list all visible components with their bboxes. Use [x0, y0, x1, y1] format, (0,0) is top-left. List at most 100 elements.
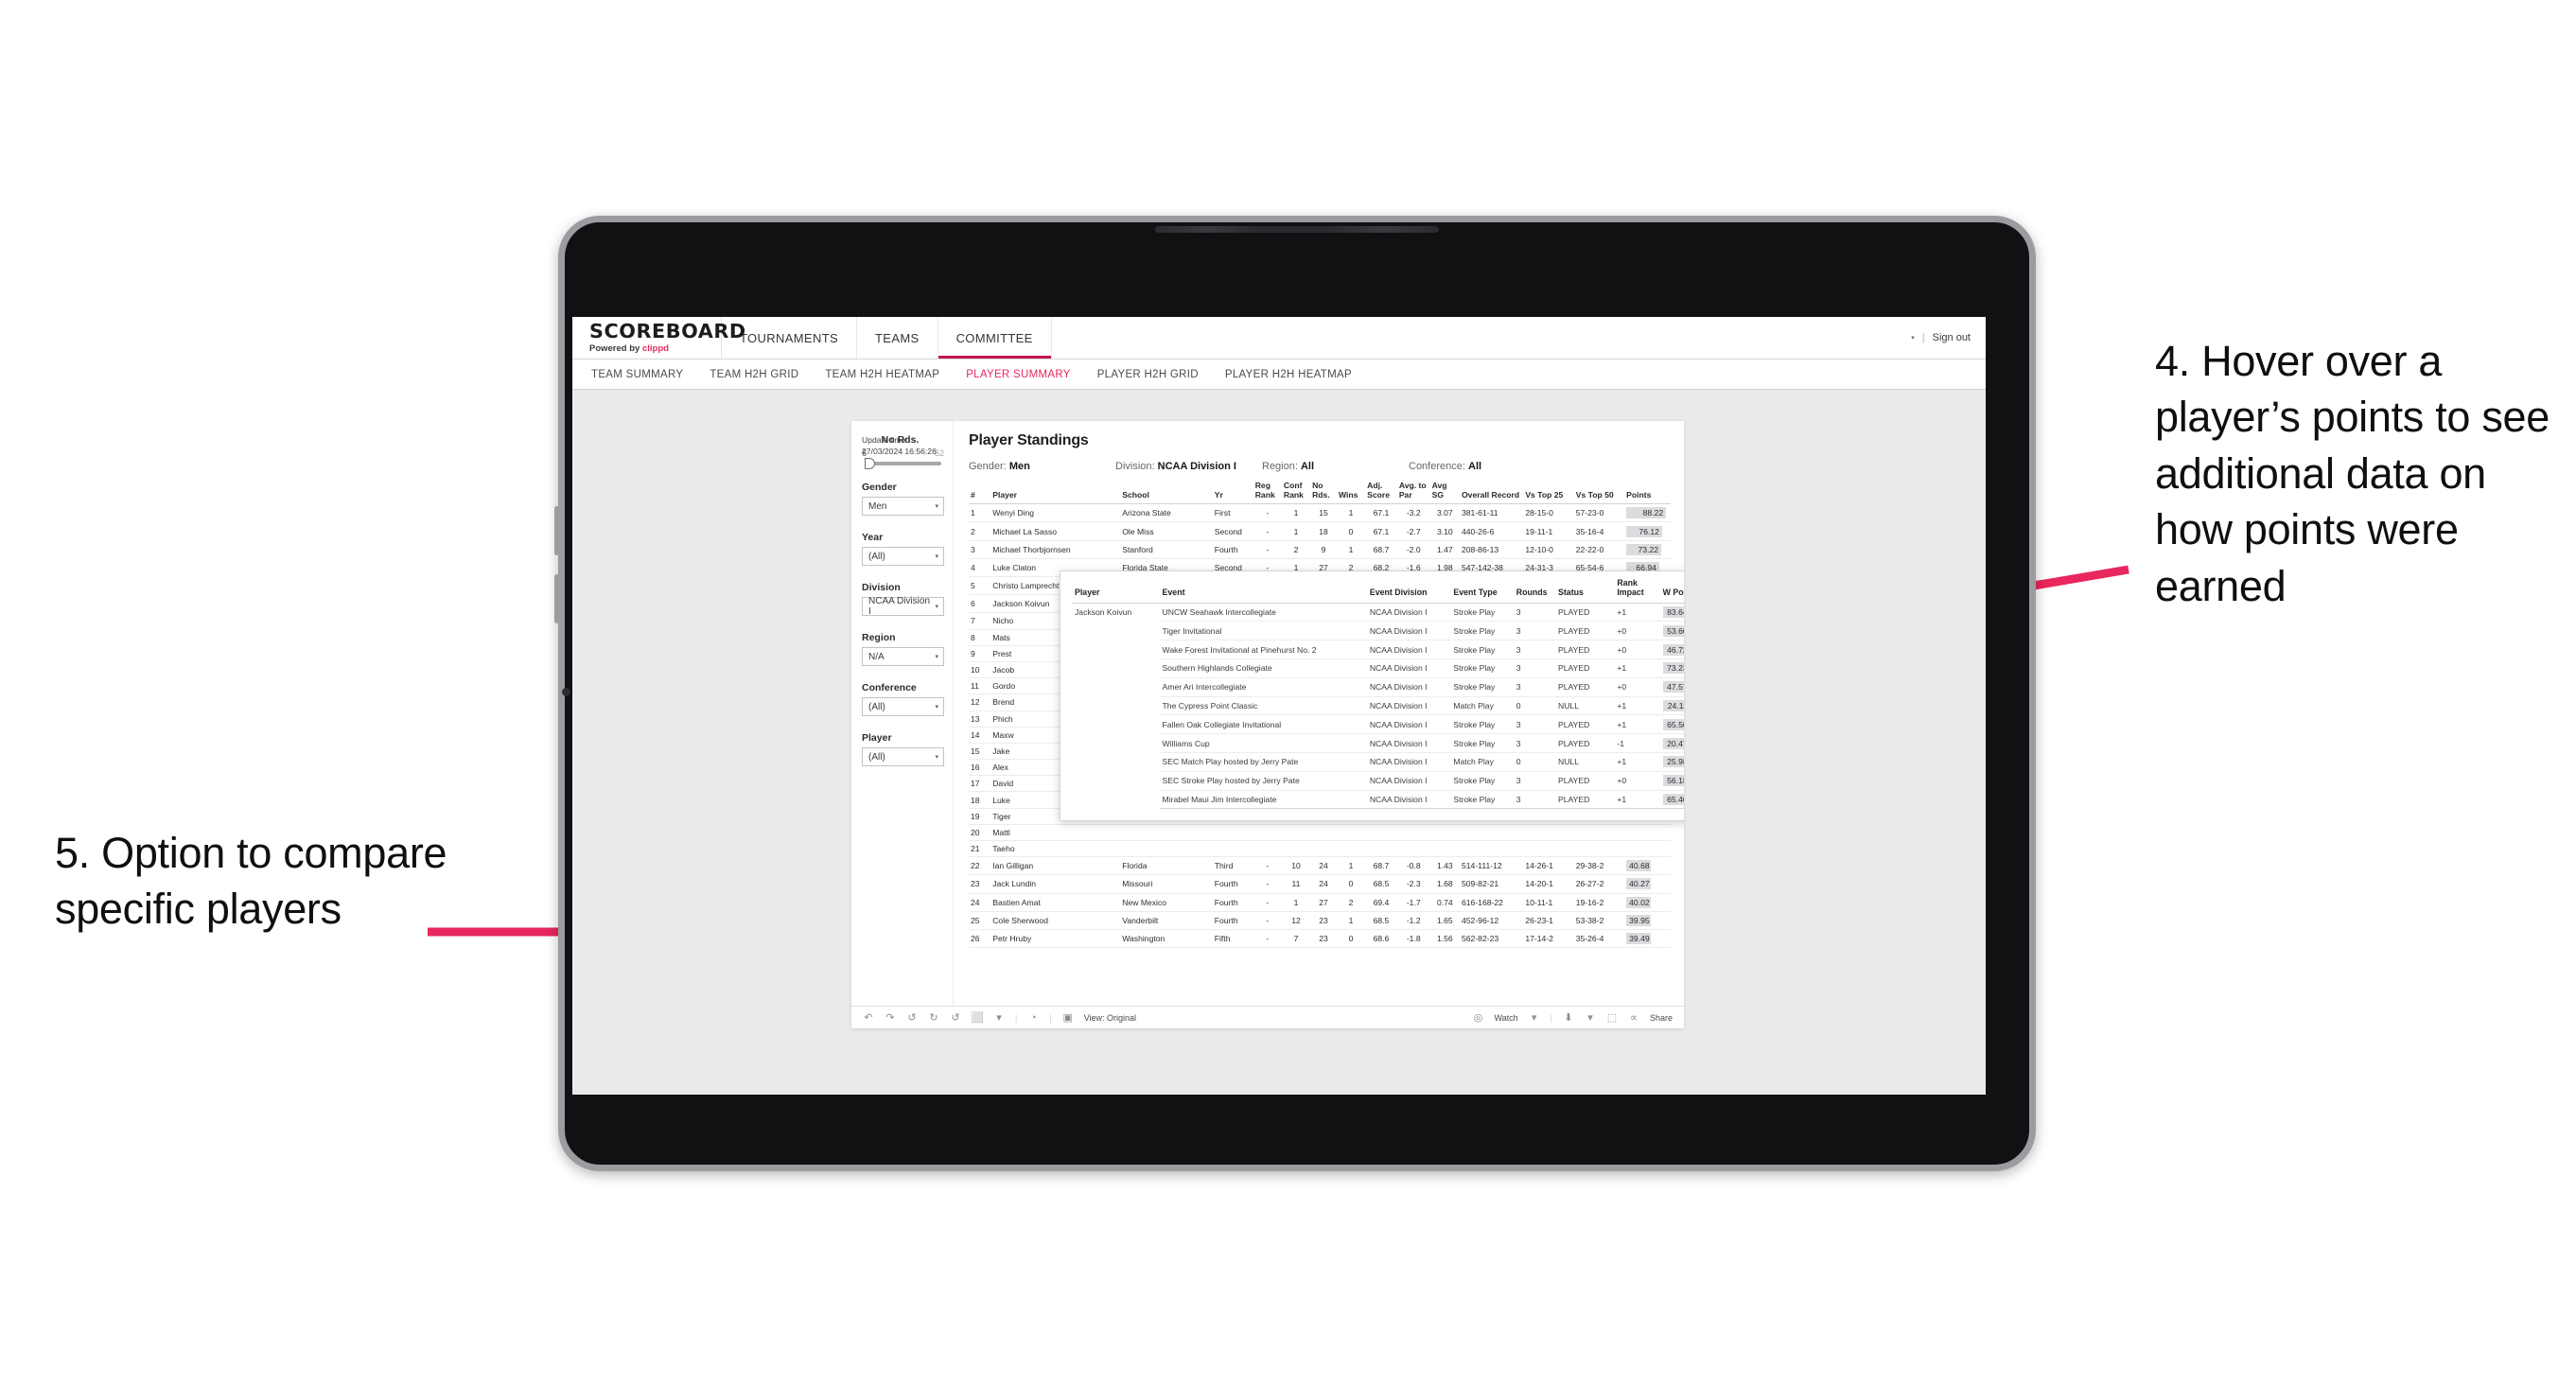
filter-year-select[interactable]: (All) ▾	[862, 547, 944, 566]
cell-points[interactable]: 40.68	[1624, 856, 1671, 876]
view-original-label[interactable]: View: Original	[1084, 1013, 1136, 1023]
cell-points[interactable]: 39.95	[1624, 911, 1671, 930]
col-wins[interactable]: Wins	[1336, 482, 1366, 505]
cell-conf-rank: 11	[1281, 874, 1311, 894]
points-value[interactable]: 40.02	[1626, 896, 1652, 908]
watch-icon[interactable]: ◎	[1472, 1012, 1483, 1024]
col-adj-score[interactable]: Adj. Score	[1365, 481, 1397, 505]
col-yr[interactable]: Yr	[1212, 482, 1253, 505]
sign-out-link[interactable]: Sign out	[1933, 332, 1971, 343]
filter-player: Player (All) ▾	[862, 732, 944, 766]
col-vs-top-50[interactable]: Vs Top 50	[1573, 482, 1625, 505]
chevron-down-icon[interactable]: ▾	[1585, 1012, 1596, 1024]
undo-icon[interactable]: ↶	[863, 1012, 874, 1024]
col-no-rds[interactable]: No Rds.	[1310, 481, 1337, 505]
share-icon[interactable]: ∝	[1628, 1012, 1639, 1024]
tab-team-h2h-heatmap[interactable]: TEAM H2H HEATMAP	[825, 369, 939, 380]
tcol-status: Status	[1555, 579, 1615, 604]
filter-conference-select[interactable]: (All) ▾	[862, 697, 944, 716]
custom-view-icon[interactable]: ⬜	[971, 1012, 984, 1024]
download-icon[interactable]: ⬇	[1563, 1012, 1574, 1024]
cell-yr: Third	[1212, 856, 1253, 876]
table-row[interactable]: 24 Bastien Amat New Mexico Fourth -1 27 2 69.4-…	[969, 893, 1671, 912]
cell-rank: 7	[969, 612, 991, 630]
volume-up-button[interactable]	[554, 506, 559, 555]
share-label[interactable]: Share	[1650, 1013, 1673, 1023]
watch-label[interactable]: Watch	[1494, 1013, 1517, 1023]
revert-icon[interactable]: ↺	[906, 1012, 918, 1024]
filter-gender-select[interactable]: Men ▾	[862, 497, 944, 516]
tab-player-h2h-grid[interactable]: PLAYER H2H GRID	[1097, 369, 1199, 380]
cell-points[interactable]: 40.27	[1624, 874, 1671, 894]
points-value[interactable]: 76.12	[1626, 525, 1662, 537]
col-vs-top-25[interactable]: Vs Top 25	[1523, 482, 1574, 505]
chevron-down-icon[interactable]: ▾	[1529, 1012, 1540, 1024]
tab-player-summary[interactable]: PLAYER SUMMARY	[966, 369, 1071, 380]
points-value[interactable]: 40.27	[1626, 878, 1652, 890]
chevron-down-icon[interactable]: ▾	[1911, 334, 1915, 342]
cell-points[interactable]: 88.22	[1624, 503, 1671, 523]
points-value[interactable]: 73.22	[1626, 543, 1662, 555]
cell-conf-rank	[1281, 840, 1311, 858]
tab-player-h2h-heatmap[interactable]: PLAYER H2H HEATMAP	[1225, 369, 1352, 380]
cell-points[interactable]: 39.49	[1624, 929, 1671, 949]
share-time-icon[interactable]: ◔	[1027, 1012, 1039, 1024]
col-points[interactable]: Points	[1624, 482, 1671, 505]
cell-overall-record: 509-82-21	[1459, 874, 1524, 894]
tooltip-cell-rounds: 3	[1513, 658, 1555, 678]
points-value[interactable]: 39.49	[1626, 933, 1652, 945]
fullscreen-icon[interactable]: ⬚	[1606, 1012, 1618, 1024]
tab-team-summary[interactable]: TEAM SUMMARY	[591, 369, 683, 380]
table-row[interactable]: 22 Ian Gilligan Florida Third -10 24 1 68.7 -0.8…	[969, 856, 1671, 876]
col-reg-rank[interactable]: Reg Rank	[1253, 481, 1282, 505]
filter-player-select[interactable]: (All) ▾	[862, 747, 944, 766]
cell-points[interactable]	[1624, 824, 1671, 842]
filter-region-select[interactable]: N/A ▾	[862, 647, 944, 666]
table-row[interactable]: 1 Wenyi Ding Arizona State First -1 15 1 67.1 -3…	[969, 503, 1671, 523]
cell-vs-top-50: 22-22-0	[1573, 540, 1625, 559]
refresh-icon[interactable]: ↻	[928, 1012, 939, 1024]
points-value[interactable]: 39.95	[1626, 914, 1652, 926]
col-player[interactable]: Player	[990, 482, 1121, 505]
points-tooltip: Player Event Event Division Event Type R…	[1060, 570, 1684, 822]
brand-logo[interactable]: SCOREBOARD Powered by clippd	[572, 317, 745, 359]
filter-division-select[interactable]: NCAA Division I ▾	[862, 596, 944, 617]
col-overall-record[interactable]: Overall Record	[1459, 482, 1524, 505]
volume-down-button[interactable]	[554, 574, 559, 623]
top-nav-items: TOURNAMENTS TEAMS COMMITTEE	[722, 317, 1052, 359]
table-row[interactable]: 26 Petr Hruby Washington Fifth -7 23 0 68.6 -1.8…	[969, 929, 1671, 949]
table-row[interactable]: 2 Michael La Sasso Ole Miss Second -1 18 0 67.1…	[969, 521, 1671, 541]
table-row[interactable]: 20 Mattl	[969, 824, 1671, 842]
cell-player: Michael Thorbjornsen	[990, 540, 1121, 559]
w-points-value: 56.18	[1662, 775, 1684, 787]
filter-player-label: Player	[862, 732, 892, 744]
cell-vs-top-25: 26-23-1	[1523, 911, 1574, 930]
cell-overall-record: 381-61-11	[1459, 503, 1524, 523]
table-row[interactable]: 25 Cole Sherwood Vanderbilt Fourth -12 23 1 68.…	[969, 911, 1671, 930]
points-value[interactable]: 40.68	[1626, 860, 1652, 872]
pause-auto-update-icon[interactable]: ↺	[950, 1012, 961, 1024]
points-value[interactable]: 88.22	[1626, 507, 1667, 519]
table-row[interactable]: 23 Jack Lundin Missouri Fourth -11 24 0 68.5 -2.…	[969, 874, 1671, 894]
tab-team-h2h-grid[interactable]: TEAM H2H GRID	[710, 369, 798, 380]
cell-points[interactable]: 40.02	[1624, 893, 1671, 912]
w-points-value: 20.47	[1662, 737, 1684, 749]
cell-reg-rank: -	[1253, 521, 1282, 541]
col-school[interactable]: School	[1120, 482, 1213, 505]
cell-reg-rank: -	[1253, 929, 1282, 949]
cell-points[interactable]: 73.22	[1624, 540, 1671, 559]
table-row[interactable]: 3 Michael Thorbjornsen Stanford Fourth -2 9 1 6…	[969, 540, 1671, 559]
col-rank[interactable]: #	[969, 482, 991, 505]
redo-icon[interactable]: ↷	[885, 1012, 896, 1024]
nav-item-teams[interactable]: TEAMS	[857, 317, 938, 359]
slider-track[interactable]	[865, 458, 941, 469]
col-avg-to-par[interactable]: Avg. to Par	[1396, 481, 1430, 505]
col-avg-sg[interactable]: Avg SG	[1429, 481, 1460, 505]
nav-item-committee[interactable]: COMMITTEE	[938, 317, 1052, 359]
table-row[interactable]: 21 Taeho	[969, 840, 1671, 858]
chevron-down-icon[interactable]: ▾	[993, 1012, 1005, 1024]
col-conf-rank[interactable]: Conf Rank	[1281, 481, 1311, 505]
cell-points[interactable]: 76.12	[1624, 521, 1671, 541]
slider-handle[interactable]	[865, 458, 875, 469]
cell-points[interactable]	[1624, 840, 1671, 858]
